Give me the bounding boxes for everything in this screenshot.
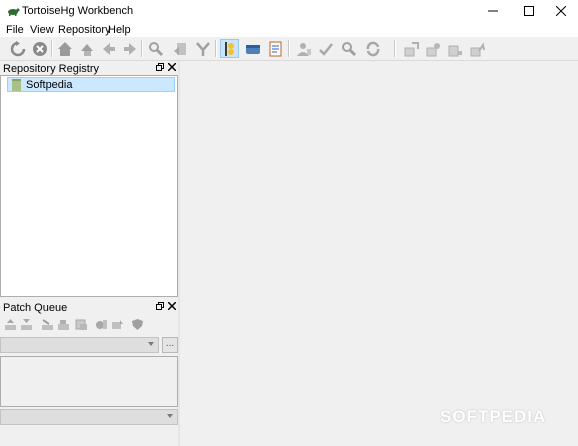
close-icon [556, 6, 566, 16]
back-button[interactable] [99, 39, 118, 58]
check-button[interactable] [316, 39, 335, 58]
watermark-text: SOFTPEDIA [440, 407, 547, 426]
patch-queue-title: Patch Queue [3, 302, 68, 314]
refresh-button[interactable] [8, 39, 27, 58]
incoming-icon [404, 41, 419, 56]
qpop-icon[interactable] [20, 318, 33, 331]
tree-item-softpedia[interactable]: Softpedia [7, 77, 175, 92]
commit-button[interactable] [243, 39, 262, 58]
qfinish-icon[interactable] [57, 318, 70, 331]
forward-icon [123, 42, 136, 55]
menu-bar: File View Repository Help [0, 22, 578, 37]
pull-icon [173, 42, 186, 55]
pull-button[interactable] [171, 39, 190, 58]
qpush-icon[interactable] [4, 318, 17, 331]
float-icon[interactable] [156, 63, 164, 71]
menu-repository[interactable]: Repository [58, 24, 111, 36]
main-toolbar [0, 37, 578, 61]
maximize-button[interactable] [512, 0, 546, 22]
qguard-icon[interactable] [131, 318, 144, 331]
outgoing-button[interactable] [445, 39, 464, 58]
patch-guard-select[interactable] [0, 409, 178, 425]
toolbar-separator [141, 40, 143, 57]
patch-queue-select[interactable] [0, 337, 159, 353]
revision-details-button[interactable] [220, 39, 239, 58]
back-icon [102, 42, 115, 55]
push-button[interactable] [467, 39, 486, 58]
window-title: TortoiseHg Workbench [22, 5, 134, 17]
chevron-down-icon [148, 342, 154, 346]
repo-registry-titlebar: Repository Registry [0, 61, 178, 76]
find-icon [341, 41, 356, 56]
patch-list[interactable] [0, 356, 178, 407]
main-repository-area [180, 61, 578, 446]
toolbar-separator [394, 40, 396, 57]
revision-details-icon [224, 41, 234, 56]
minimize-icon [488, 10, 498, 12]
search-icon [148, 41, 163, 56]
float-icon[interactable] [156, 302, 164, 310]
menu-view[interactable]: View [30, 24, 54, 36]
qreorder-icon[interactable] [95, 318, 108, 331]
toolbar-separator [215, 40, 217, 57]
outgoing-icon [448, 45, 462, 56]
minimize-button[interactable] [476, 0, 510, 22]
patch-queue-toolbar [0, 316, 178, 334]
search-button[interactable] [146, 39, 165, 58]
tree-item-label: Softpedia [26, 79, 73, 91]
home-icon [57, 41, 72, 56]
chevron-down-icon [167, 414, 173, 418]
toolbar-separator [288, 40, 290, 57]
patch-queue-titlebar: Patch Queue [0, 300, 178, 315]
incoming-button[interactable] [401, 39, 420, 58]
stop-icon [32, 41, 47, 56]
title-bar: TortoiseHg Workbench [0, 0, 578, 22]
push-icon [470, 41, 485, 56]
manifest-icon [269, 41, 281, 56]
pull-repo-button[interactable] [423, 39, 442, 58]
close-icon[interactable] [168, 302, 176, 310]
patch-queue-options-button[interactable]: ... [162, 337, 178, 353]
repository-folder-icon [12, 79, 21, 91]
qrefresh-icon[interactable] [75, 318, 88, 331]
manifest-button[interactable] [265, 39, 284, 58]
pull-repo-icon [426, 42, 440, 56]
find-button[interactable] [338, 39, 357, 58]
refresh-icon [10, 40, 25, 56]
merge-button[interactable] [193, 39, 212, 58]
sync-button[interactable] [363, 39, 382, 58]
menu-file[interactable]: File [6, 24, 24, 36]
check-icon [318, 42, 333, 56]
maximize-icon [524, 6, 534, 16]
home-button[interactable] [55, 39, 74, 58]
close-icon[interactable] [168, 63, 176, 71]
toolbar-separator [51, 40, 53, 57]
repo-registry-title: Repository Registry [3, 63, 99, 75]
user-button[interactable] [294, 39, 313, 58]
tortoise-app-icon [8, 8, 20, 16]
history-icon [80, 43, 93, 56]
close-button[interactable] [544, 0, 578, 22]
menu-help[interactable]: Help [108, 24, 131, 36]
forward-button[interactable] [120, 39, 139, 58]
repo-registry-tree[interactable]: Softpedia [0, 75, 178, 297]
qoptions-icon[interactable] [111, 318, 124, 331]
merge-icon [195, 41, 210, 56]
stop-button[interactable] [30, 39, 49, 58]
sync-icon [366, 41, 379, 56]
history-button[interactable] [77, 39, 96, 58]
user-icon [296, 42, 311, 56]
commit-icon [245, 44, 260, 54]
qgoto-icon[interactable] [41, 318, 54, 331]
